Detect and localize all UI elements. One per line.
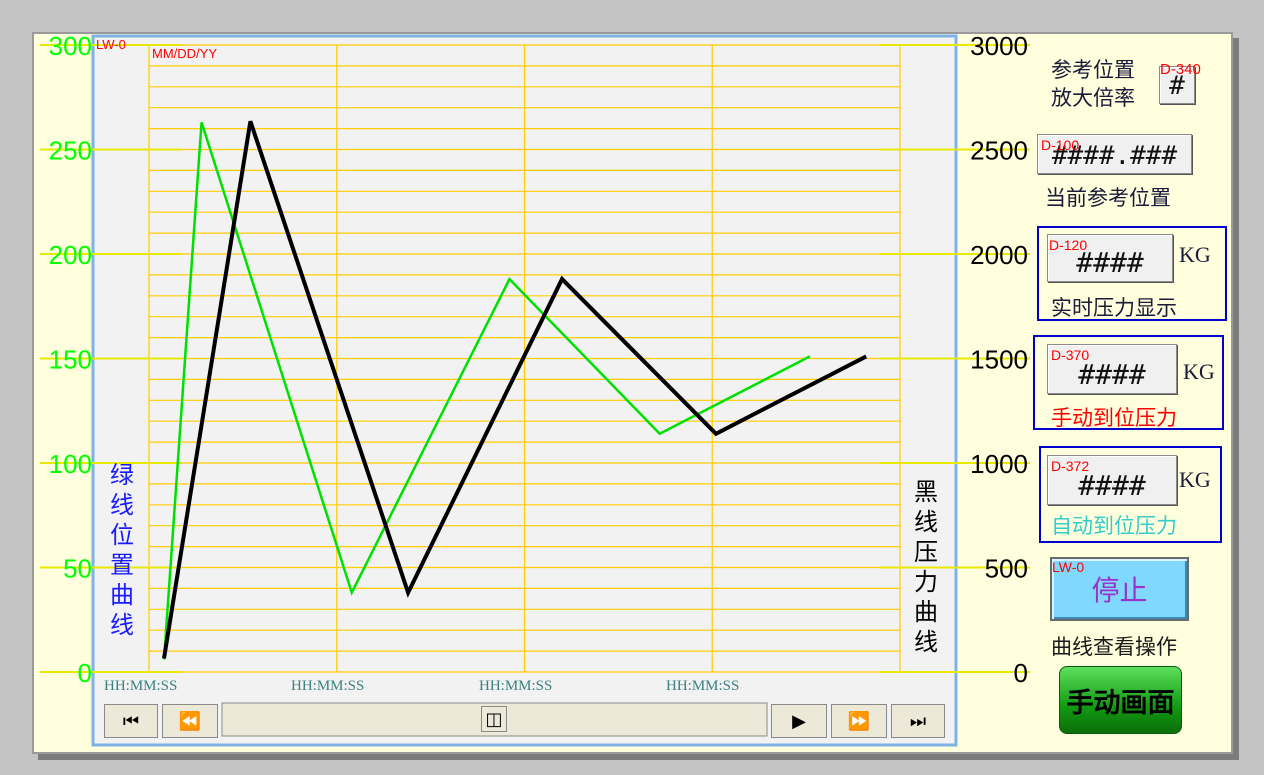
- realtime-pressure-address: D-120: [1049, 237, 1088, 253]
- play-icon: ▶: [792, 710, 806, 732]
- stop-button-address: LW-0: [1052, 559, 1085, 575]
- zoom-label-line1: 参考位置: [1051, 58, 1135, 82]
- right-tick-label: 2500: [970, 136, 1028, 166]
- stop-button-label: 停止: [1091, 574, 1148, 607]
- time-label-3: HH:MM:SS: [479, 678, 553, 694]
- left-tick-label: 300: [49, 31, 92, 61]
- fast-forward-icon: ⏩: [847, 710, 871, 732]
- fast-forward-button[interactable]: ⏩: [831, 704, 887, 738]
- left-tick-label: 100: [49, 449, 92, 479]
- scroll-thumb[interactable]: ◫: [481, 706, 507, 732]
- manual-screen-button-label: 手动画面: [1066, 687, 1175, 719]
- right-tick-label: 0: [1014, 658, 1028, 688]
- scroll-thumb-icon: ◫: [485, 708, 503, 730]
- left-axis-title: 绿线位置曲线: [110, 461, 134, 639]
- rewind-icon: ⏪: [178, 710, 202, 732]
- right-tick-label: 3000: [970, 31, 1028, 61]
- realtime-pressure-label: 实时压力显示: [1051, 296, 1177, 320]
- skip-last-icon: ⏭: [909, 710, 927, 732]
- time-label-2: HH:MM:SS: [291, 678, 365, 694]
- right-tick-label: 500: [985, 554, 1028, 584]
- left-tick-label: 0: [78, 658, 92, 688]
- date-label: MM/DD/YY: [152, 46, 217, 61]
- manual-screen-button[interactable]: 手动画面: [1059, 666, 1182, 734]
- last-page-button[interactable]: ⏭: [891, 704, 945, 738]
- chart-address-tag: LW-0: [96, 37, 126, 52]
- curve-view-label: 曲线查看操作: [1051, 635, 1177, 659]
- reference-address: D-100: [1041, 137, 1080, 153]
- realtime-pressure-unit: KG: [1179, 242, 1211, 267]
- manual-pressure-unit: KG: [1183, 359, 1215, 384]
- right-tick-label: 1500: [970, 345, 1028, 375]
- rewind-button[interactable]: ⏪: [162, 704, 218, 738]
- time-label-1: HH:MM:SS: [104, 678, 178, 694]
- manual-pressure-address: D-370: [1051, 347, 1090, 363]
- first-page-button[interactable]: ⏮: [104, 704, 158, 738]
- zoom-address: D-340: [1160, 61, 1201, 78]
- left-tick-label: 50: [63, 554, 92, 584]
- zoom-label-line2: 放大倍率: [1051, 86, 1135, 110]
- skip-first-icon: ⏮: [122, 710, 140, 732]
- auto-pressure-address: D-372: [1051, 458, 1090, 474]
- play-button[interactable]: ▶: [771, 704, 827, 738]
- manual-pressure-label: 手动到位压力: [1051, 406, 1177, 430]
- left-tick-label: 200: [49, 240, 92, 270]
- time-label-4: HH:MM:SS: [666, 678, 740, 694]
- left-tick-label: 150: [49, 345, 92, 375]
- reference-position-label: 当前参考位置: [1045, 186, 1171, 210]
- right-tick-label: 1000: [970, 449, 1028, 479]
- auto-pressure-unit: KG: [1179, 467, 1211, 492]
- auto-pressure-label: 自动到位压力: [1051, 514, 1177, 538]
- right-tick-label: 2000: [970, 240, 1028, 270]
- left-tick-label: 250: [49, 136, 92, 166]
- right-axis-title: 黑线压力曲线: [914, 478, 938, 656]
